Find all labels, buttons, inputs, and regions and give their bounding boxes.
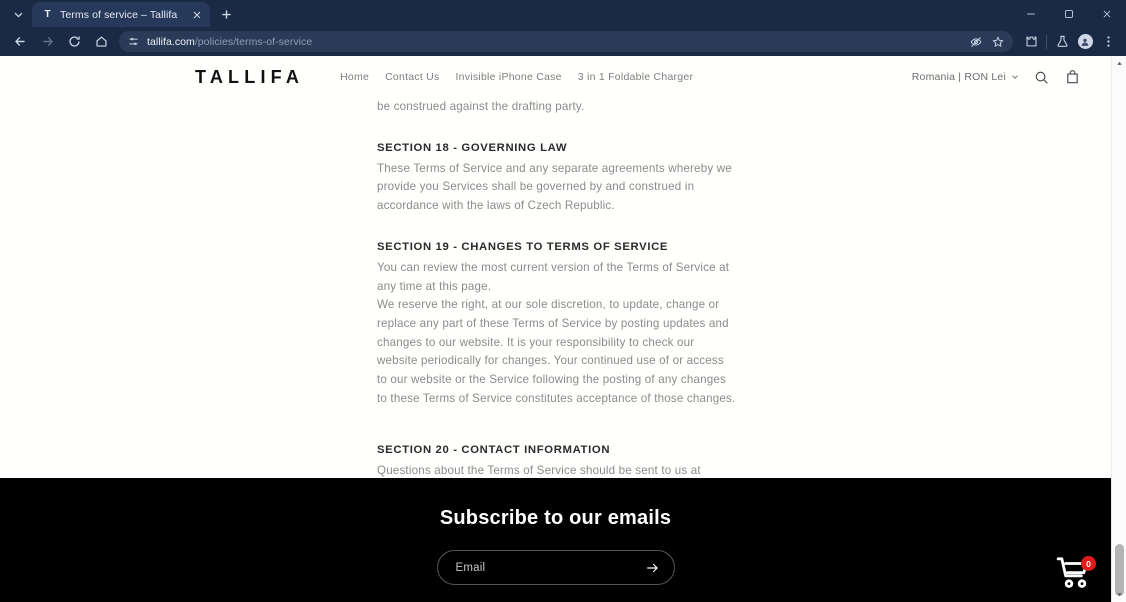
back-icon[interactable] [7, 29, 33, 55]
url-path: /policies/terms-of-service [194, 35, 313, 48]
policy-content: be construed against the drafting party.… [0, 98, 1111, 500]
address-bar[interactable]: tallifa.com/policies/terms-of-service [119, 31, 1013, 52]
section-18-body: These Terms of Service and any separate … [377, 161, 732, 213]
tab-search-icon[interactable] [6, 3, 30, 25]
star-icon[interactable] [988, 32, 1008, 52]
shopping-bag-icon[interactable] [1064, 69, 1081, 86]
section-19-body: You can review the most current version … [377, 260, 730, 293]
tune-icon[interactable] [126, 35, 140, 49]
chevron-down-icon [1012, 75, 1018, 79]
browser-tab[interactable]: T Terms of service – Tallifa [32, 2, 210, 27]
close-icon[interactable] [189, 7, 204, 22]
three-dot-menu-icon[interactable] [1097, 31, 1119, 53]
section-20-heading: SECTION 20 - CONTACT INFORMATION [377, 444, 611, 457]
site-navigation: Home Contact Us Invisible iPhone Case 3 … [332, 71, 701, 83]
arrow-right-icon[interactable] [644, 560, 660, 576]
web-page: TALLIFA Home Contact Us Invisible iPhone… [0, 56, 1111, 602]
page-viewport: TALLIFA Home Contact Us Invisible iPhone… [0, 56, 1126, 602]
minimize-icon[interactable] [1012, 0, 1050, 27]
cart-count-badge: 0 [1081, 556, 1096, 571]
omnibox-actions [966, 32, 1008, 52]
page-scrollbar[interactable] [1111, 56, 1126, 602]
flask-icon[interactable] [1051, 31, 1073, 53]
section-19-body-2: We reserve the right, at our sole discre… [377, 298, 736, 405]
tallifa-favicon: T [44, 9, 51, 20]
window-controls [1012, 0, 1126, 27]
floating-cart-button[interactable]: 0 [1050, 551, 1098, 595]
maximize-icon[interactable] [1050, 0, 1088, 27]
avatar [1077, 34, 1093, 49]
header-actions: Romania | RON Lei [912, 69, 1087, 86]
scroll-down-icon[interactable] [1112, 587, 1126, 602]
locale-label: Romania | RON Lei [911, 71, 1006, 83]
extensions-icon[interactable] [1020, 31, 1042, 53]
eye-slash-icon[interactable] [966, 32, 986, 52]
section-19-heading: SECTION 19 - CHANGES TO TERMS OF SERVICE [377, 240, 669, 253]
site-logo[interactable]: TALLIFA [195, 67, 304, 88]
url-domain: tallifa.com [147, 35, 195, 48]
browser-window: T Terms of service – Tallifa tallifa.com… [0, 0, 1126, 602]
nav-link-invisible-iphone-case[interactable]: Invisible iPhone Case [448, 71, 570, 83]
profile-avatar-icon[interactable] [1074, 31, 1096, 53]
browser-toolbar: tallifa.com/policies/terms-of-service [0, 27, 1126, 56]
email-input[interactable] [455, 561, 644, 574]
toolbar-actions [1020, 31, 1119, 53]
section-18-heading: SECTION 18 - GOVERNING LAW [377, 141, 568, 154]
site-header: TALLIFA Home Contact Us Invisible iPhone… [0, 56, 1111, 98]
tab-strip: T Terms of service – Tallifa [0, 0, 1126, 27]
toolbar-divider [1046, 34, 1047, 49]
nav-link-contact-us[interactable]: Contact Us [377, 71, 447, 83]
new-tab-button[interactable] [215, 3, 238, 26]
tab-title: Terms of service – Tallifa [60, 8, 178, 21]
nav-link-foldable-charger[interactable]: 3 in 1 Foldable Charger [570, 71, 701, 83]
forward-icon[interactable] [34, 29, 60, 55]
reload-icon[interactable] [61, 29, 87, 55]
url-text: tallifa.com/policies/terms-of-service [147, 36, 312, 48]
close-icon[interactable] [1088, 0, 1126, 27]
nav-link-home[interactable]: Home [332, 71, 377, 83]
newsletter-form [436, 550, 675, 585]
newsletter-heading: Subscribe to our emails [439, 507, 672, 529]
site-footer: Subscribe to our emails [0, 478, 1111, 602]
locale-selector[interactable]: Romania | RON Lei [912, 71, 1019, 83]
policy-intro-tail: be construed against the drafting party. [377, 100, 585, 113]
scroll-up-icon[interactable] [1112, 56, 1126, 71]
home-icon[interactable] [88, 29, 114, 55]
search-icon[interactable] [1033, 69, 1050, 86]
